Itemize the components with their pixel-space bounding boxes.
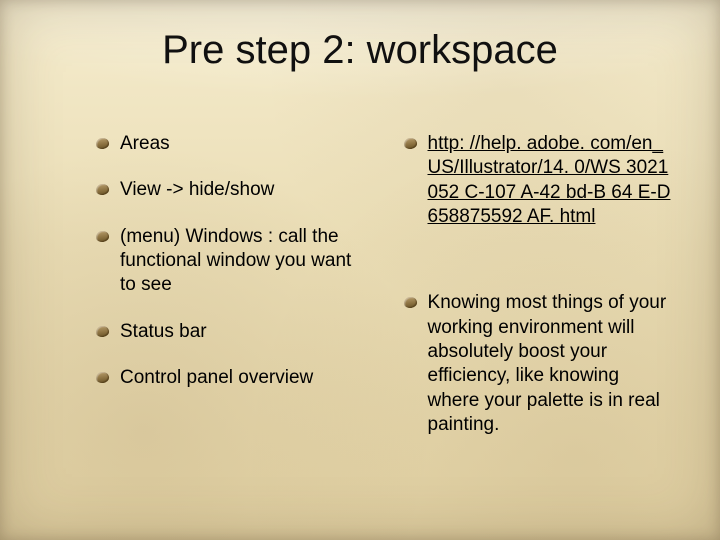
right-column: http: //help. adobe. com/en_US/Illustrat… [404, 132, 676, 510]
content-columns: Areas View -> hide/show (menu) Windows :… [96, 132, 676, 510]
slide: Pre step 2: workspace Areas View -> hide… [0, 0, 720, 540]
list-item: Knowing most things of your working envi… [404, 291, 676, 437]
slide-title: Pre step 2: workspace [0, 28, 720, 73]
list-item-label: (menu) Windows : call the functional win… [120, 226, 351, 296]
list-item: View -> hide/show [96, 178, 356, 202]
list-item: Areas [96, 132, 356, 156]
left-column: Areas View -> hide/show (menu) Windows :… [96, 132, 356, 510]
list-item: (menu) Windows : call the functional win… [96, 225, 356, 298]
list-item-label: Status bar [120, 321, 207, 342]
right-bullet-list: http: //help. adobe. com/en_US/Illustrat… [404, 132, 676, 437]
help-link[interactable]: http: //help. adobe. com/en_US/Illustrat… [428, 133, 671, 227]
note-text: Knowing most things of your working envi… [428, 292, 667, 435]
list-item: http: //help. adobe. com/en_US/Illustrat… [404, 132, 676, 229]
list-item-label: View -> hide/show [120, 179, 274, 200]
list-item: Control panel overview [96, 366, 356, 390]
left-bullet-list: Areas View -> hide/show (menu) Windows :… [96, 132, 356, 390]
list-item: Status bar [96, 320, 356, 344]
list-item-label: Areas [120, 133, 170, 154]
list-item-label: Control panel overview [120, 367, 313, 388]
